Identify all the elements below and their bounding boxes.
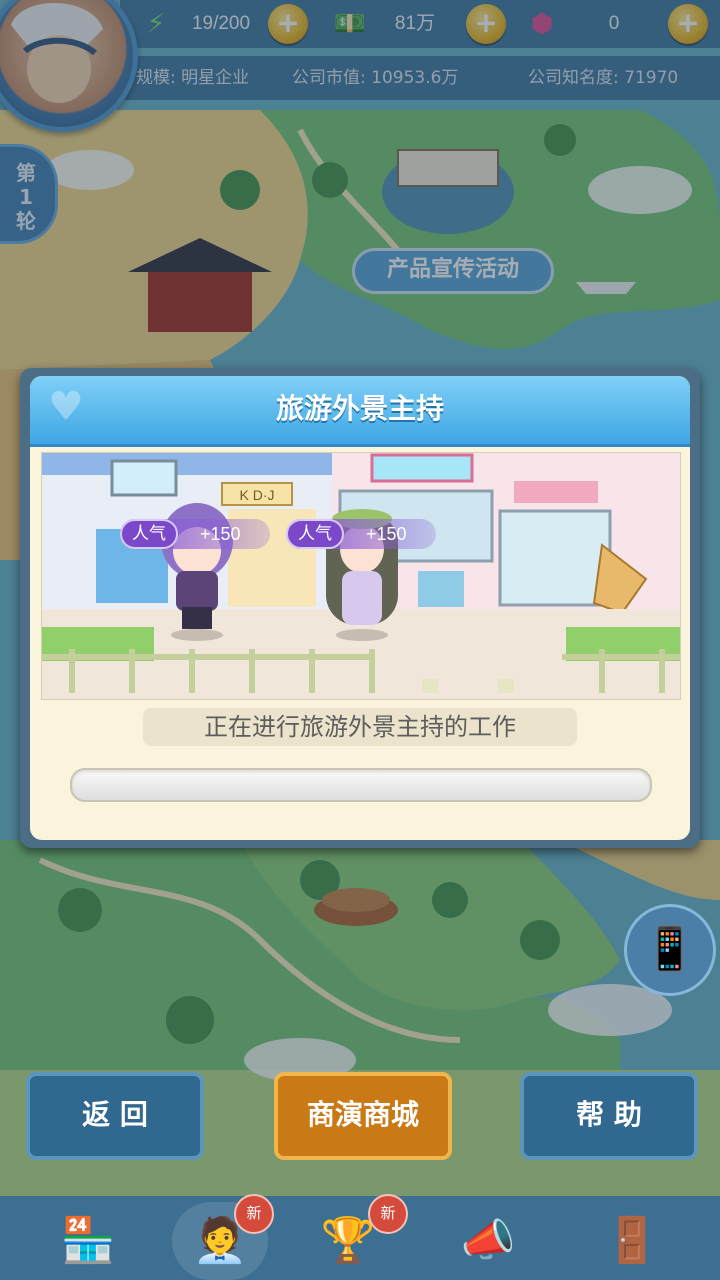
popularity-tag-left: 人气 +150 (120, 519, 270, 549)
new-badge: 新 (368, 1194, 408, 1234)
help-button[interactable]: 帮 助 (520, 1072, 698, 1160)
trophy-icon: 🏆 (320, 1215, 376, 1266)
dialog-body: ♥ 旅游外景主持 K D·J 人气 +150 人气 +150 正在进行旅游外景主… (30, 376, 690, 840)
work-dialog: ♥ 旅游外景主持 K D·J 人气 +150 人气 +150 正在进行旅游外景主… (20, 368, 700, 848)
shop-sign: K D·J (239, 487, 275, 503)
dialog-title: 旅游外景主持 (275, 392, 444, 425)
phone-button[interactable]: 📱 (624, 904, 716, 996)
popularity-value: +150 (366, 524, 407, 544)
shop-button[interactable]: 商演商城 (274, 1072, 452, 1160)
store-icon: 🏪 (60, 1215, 116, 1266)
nav-event-item[interactable]: 📣 (440, 1202, 536, 1280)
back-button[interactable]: 返 回 (26, 1072, 204, 1160)
street-scene (42, 453, 680, 699)
door-icon: 🚪 (604, 1215, 660, 1266)
popularity-value: +150 (200, 524, 241, 544)
work-scene: K D·J 人气 +150 人气 +150 (41, 452, 681, 700)
nav-shop-item[interactable]: 🏪 (40, 1202, 136, 1280)
popularity-tag-right: 人气 +150 (286, 519, 436, 549)
phone-icon: 📱 (643, 924, 697, 973)
work-status-text: 正在进行旅游外景主持的工作 (143, 708, 577, 746)
nav-exit-item[interactable]: 🚪 (584, 1202, 680, 1280)
new-badge: 新 (234, 1194, 274, 1234)
popularity-badge: 人气 (120, 519, 178, 549)
work-progress-bar (70, 768, 652, 802)
star-megaphone-icon: 📣 (460, 1215, 516, 1266)
popularity-badge: 人气 (286, 519, 344, 549)
